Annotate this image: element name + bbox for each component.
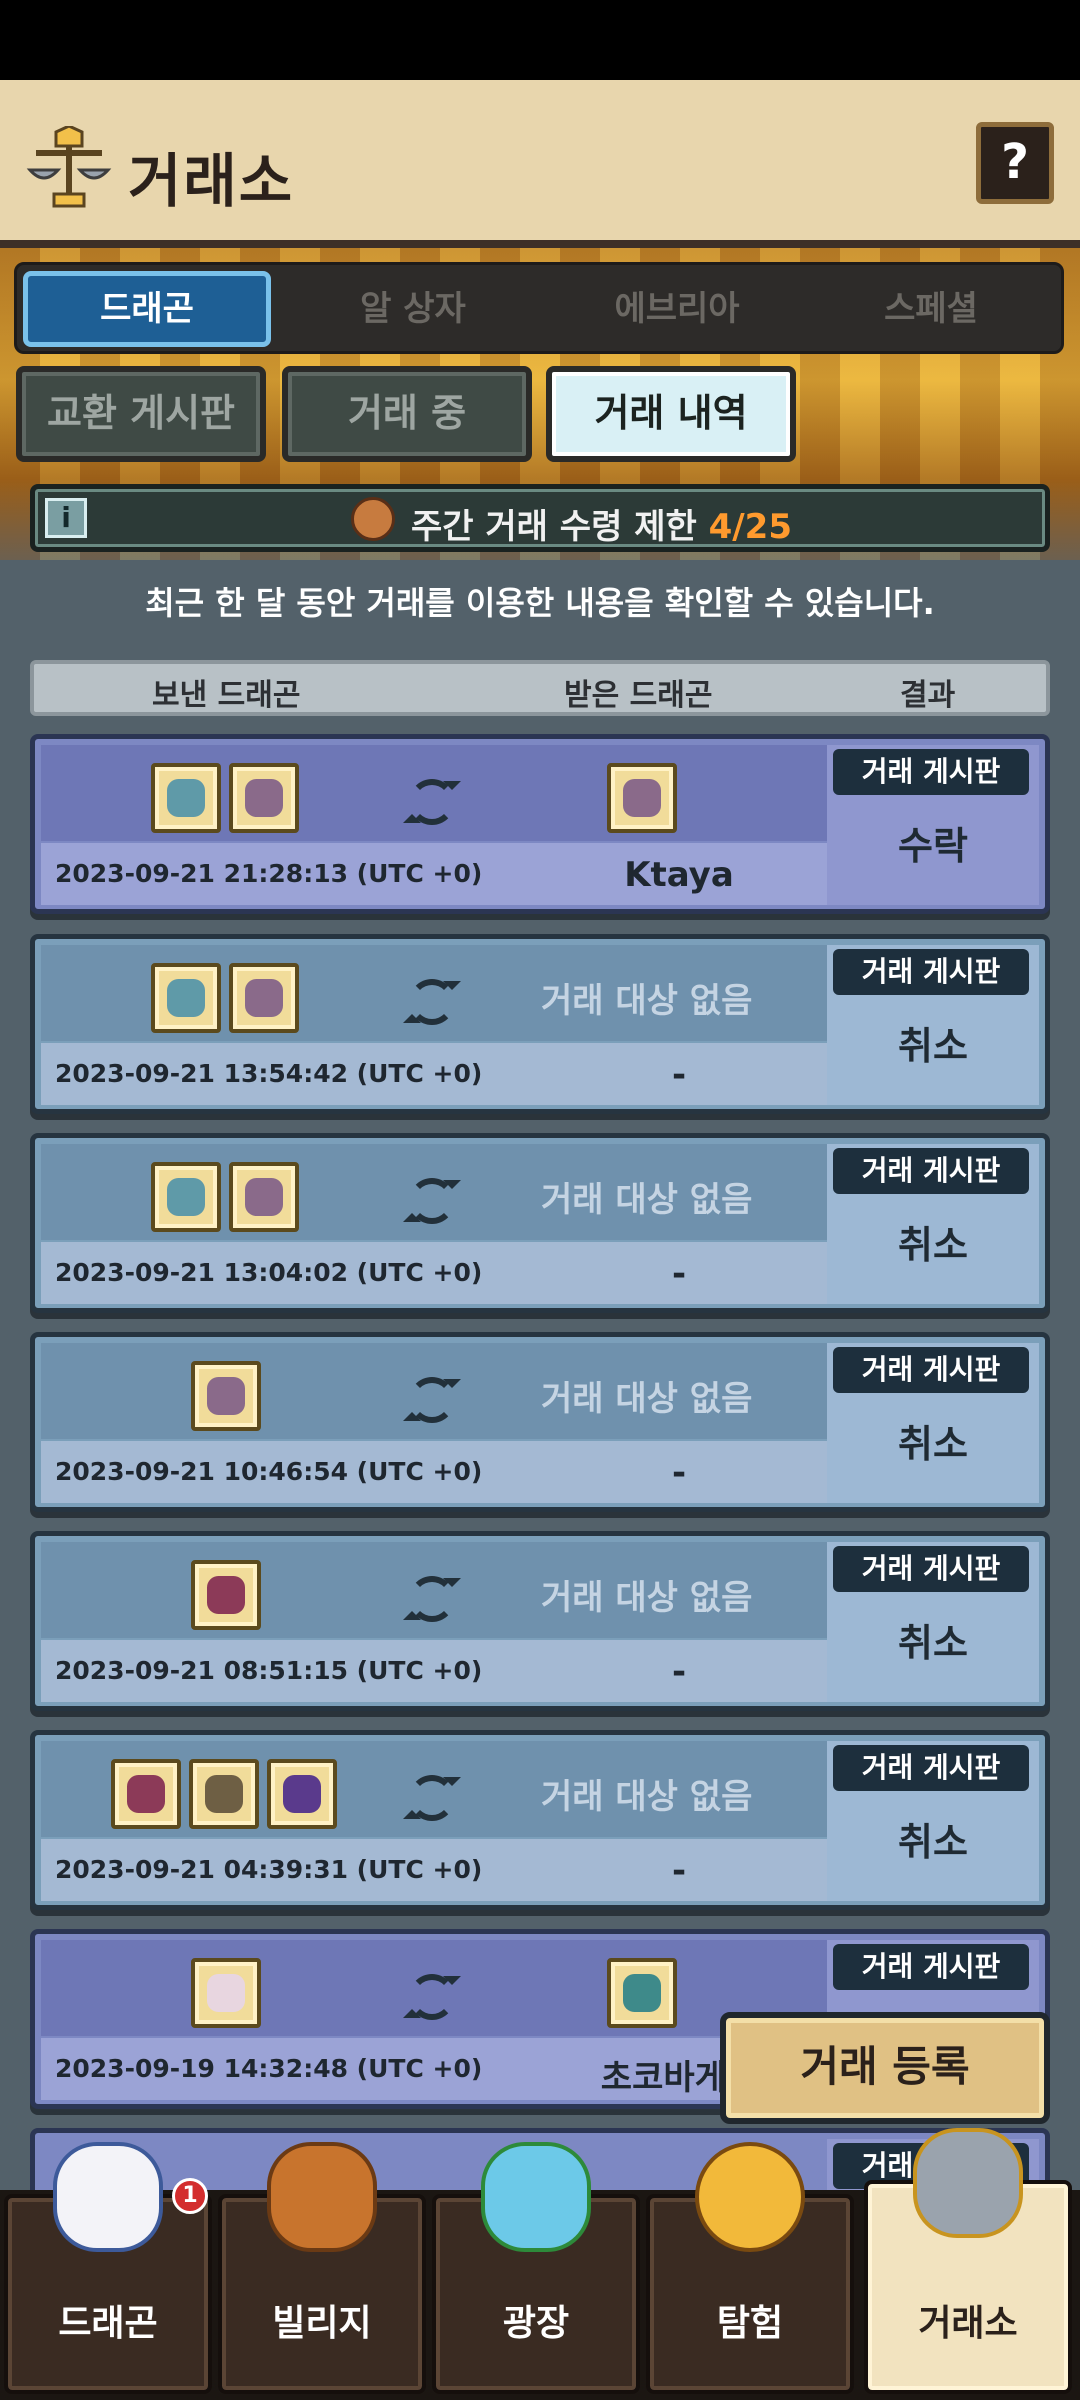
trade-partner: - xyxy=(671,1254,687,1294)
dragon-icon xyxy=(191,1958,261,2028)
table-header: 보낸 드래곤 받은 드래곤 결과 xyxy=(30,660,1050,716)
dragon-icon xyxy=(229,1162,299,1232)
table-row[interactable]: 2023-09-21 21:28:13 (UTC +0) Ktaya 거래 게시… xyxy=(30,734,1050,914)
trade-date: 2023-09-21 08:51:15 (UTC +0) xyxy=(55,1656,483,1685)
table-row[interactable]: 거래 대상 없음 2023-09-21 08:51:15 (UTC +0) - … xyxy=(30,1531,1050,1711)
species-tab-bar: 드래곤 알 상자 에브리아 스페셜 xyxy=(14,262,1064,354)
weekly-limit-label: 주간 거래 수령 제한 xyxy=(411,507,697,547)
board-badge: 거래 게시판 xyxy=(833,1745,1029,1791)
board-badge: 거래 게시판 xyxy=(833,949,1029,995)
swap-icon xyxy=(403,1178,461,1224)
header-result: 결과 xyxy=(900,678,956,713)
board-badge: 거래 게시판 xyxy=(833,1148,1029,1194)
trade-partner: Ktaya xyxy=(624,855,734,895)
history-notice: 최근 한 달 동안 거래를 이용한 내용을 확인할 수 있습니다. xyxy=(145,584,935,622)
tab-trade-history[interactable]: 거래 내역 xyxy=(546,366,796,462)
table-row[interactable]: 거래 대상 없음 2023-09-21 10:46:54 (UTC +0) - … xyxy=(30,1332,1050,1512)
scale-icon xyxy=(26,126,112,208)
dragon-icon xyxy=(53,2142,163,2252)
notification-badge: 1 xyxy=(172,2178,208,2214)
trade-partner: - xyxy=(671,1453,687,1493)
swap-icon xyxy=(403,1576,461,1622)
trade-date: 2023-09-21 13:04:02 (UTC +0) xyxy=(55,1258,483,1287)
nav-plaza[interactable]: 광장 xyxy=(432,2142,640,2394)
nav-dragon[interactable]: 드래곤 xyxy=(4,2142,212,2394)
trade-outcome: 취소 xyxy=(898,1621,968,1665)
info-icon[interactable]: i xyxy=(45,498,87,538)
weekly-limit-count: 4/25 xyxy=(708,507,792,547)
bottom-nav: 드래곤 빌리지 광장 탐험 거래소 xyxy=(0,2128,1080,2400)
status-bar xyxy=(0,0,1080,80)
board-badge: 거래 게시판 xyxy=(833,1347,1029,1393)
dragon-icon xyxy=(189,1759,259,1829)
dragon-icon xyxy=(229,763,299,833)
tab-exchange-board[interactable]: 교환 게시판 xyxy=(16,366,266,462)
header-sent: 보낸 드래곤 xyxy=(152,678,301,713)
trade-partner: - xyxy=(671,1652,687,1692)
swap-icon xyxy=(403,779,461,825)
trade-date: 2023-09-21 10:46:54 (UTC +0) xyxy=(55,1457,483,1486)
nav-label: 광장 xyxy=(502,2303,570,2344)
trade-partner: - xyxy=(671,1055,687,1095)
trade-outcome: 취소 xyxy=(898,1422,968,1466)
board-badge: 거래 게시판 xyxy=(833,1944,1029,1990)
no-partner-text: 거래 대상 없음 xyxy=(541,1578,753,1618)
swap-icon xyxy=(403,1377,461,1423)
dragon-icon xyxy=(267,1759,337,1829)
no-partner-text: 거래 대상 없음 xyxy=(541,1379,753,1419)
trade-date: 2023-09-21 13:54:42 (UTC +0) xyxy=(55,1059,483,1088)
dragon-icon xyxy=(151,1162,221,1232)
nav-label: 거래소 xyxy=(918,2303,1018,2344)
tab-special[interactable]: 스페셜 xyxy=(807,271,1055,347)
help-button[interactable]: ? xyxy=(976,122,1054,204)
nav-label: 탐험 xyxy=(716,2303,784,2344)
nav-label: 빌리지 xyxy=(272,2303,372,2344)
dragon-icon xyxy=(191,1361,261,1431)
house-icon xyxy=(267,2142,377,2252)
nav-village[interactable]: 빌리지 xyxy=(218,2142,426,2394)
tab-evria[interactable]: 에브리아 xyxy=(553,271,801,347)
trade-date: 2023-09-19 14:32:48 (UTC +0) xyxy=(55,2054,483,2083)
no-partner-text: 거래 대상 없음 xyxy=(541,1777,753,1817)
register-trade-button[interactable]: 거래 등록 xyxy=(720,2012,1050,2124)
dragon-icon xyxy=(191,1560,261,1630)
dragon-icon xyxy=(151,963,221,1033)
board-badge: 거래 게시판 xyxy=(833,749,1029,795)
nav-explore[interactable]: 탐험 xyxy=(646,2142,854,2394)
nav-label: 드래곤 xyxy=(58,2303,158,2344)
table-row[interactable]: 거래 대상 없음 2023-09-21 04:39:31 (UTC +0) - … xyxy=(30,1730,1050,1910)
dragon-face-icon xyxy=(351,497,395,541)
no-partner-text: 거래 대상 없음 xyxy=(541,1180,753,1220)
weekly-limit-bar: i 주간 거래 수령 제한 4/25 xyxy=(30,484,1050,552)
table-row[interactable]: 거래 대상 없음 2023-09-21 13:04:02 (UTC +0) - … xyxy=(30,1133,1050,1313)
tab-trading[interactable]: 거래 중 xyxy=(282,366,532,462)
swap-icon xyxy=(403,1775,461,1821)
tab-egg-box[interactable]: 알 상자 xyxy=(289,271,537,347)
dragon-icon xyxy=(607,1958,677,2028)
app-header: 거래소 ? xyxy=(0,80,1080,248)
trade-outcome: 수락 xyxy=(898,824,968,868)
page-title: 거래소 xyxy=(128,147,295,215)
compass-icon xyxy=(695,2142,805,2252)
fountain-icon xyxy=(481,2142,591,2252)
trade-partner: - xyxy=(671,1851,687,1891)
no-partner-text: 거래 대상 없음 xyxy=(541,981,753,1021)
scale-icon xyxy=(913,2128,1023,2238)
swap-icon xyxy=(403,979,461,1025)
dragon-icon xyxy=(229,963,299,1033)
header-received: 받은 드래곤 xyxy=(564,678,713,713)
trade-date: 2023-09-21 21:28:13 (UTC +0) xyxy=(55,859,483,888)
dragon-icon xyxy=(111,1759,181,1829)
board-badge: 거래 게시판 xyxy=(833,1546,1029,1592)
nav-exchange[interactable]: 거래소 xyxy=(864,2128,1072,2394)
dragon-icon xyxy=(151,763,221,833)
trade-outcome: 취소 xyxy=(898,1024,968,1068)
trade-outcome: 취소 xyxy=(898,1820,968,1864)
table-row[interactable]: 거래 대상 없음 2023-09-21 13:54:42 (UTC +0) - … xyxy=(30,934,1050,1114)
tab-dragon[interactable]: 드래곤 xyxy=(23,271,271,347)
swap-icon xyxy=(403,1974,461,2020)
trade-date: 2023-09-21 04:39:31 (UTC +0) xyxy=(55,1855,483,1884)
trade-outcome: 취소 xyxy=(898,1223,968,1267)
dragon-icon xyxy=(607,763,677,833)
